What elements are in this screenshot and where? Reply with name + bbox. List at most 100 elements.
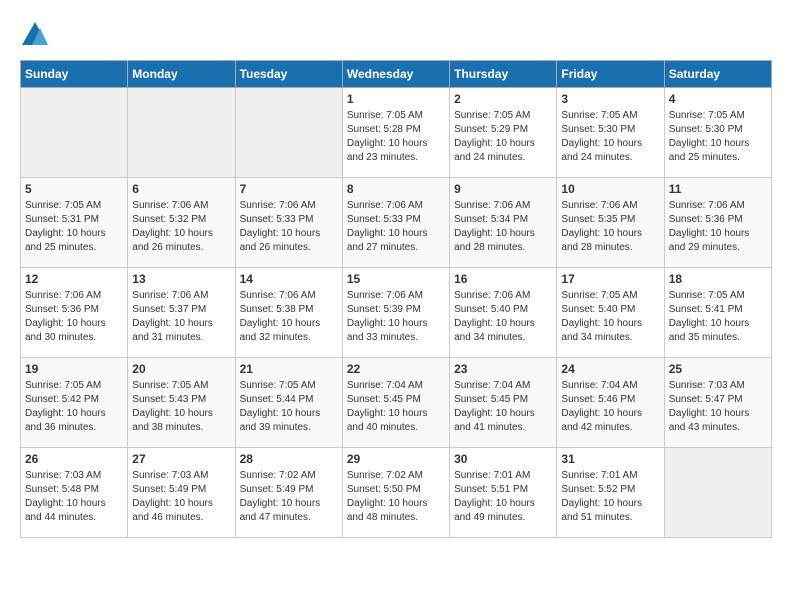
header-day-wednesday: Wednesday	[342, 61, 449, 88]
header-day-thursday: Thursday	[450, 61, 557, 88]
day-info: Sunrise: 7:06 AMSunset: 5:39 PMDaylight:…	[347, 289, 445, 345]
day-number: 3	[561, 92, 659, 106]
header-day-sunday: Sunday	[21, 61, 128, 88]
week-row-5: 26Sunrise: 7:03 AMSunset: 5:48 PMDayligh…	[21, 448, 772, 538]
day-number: 14	[240, 272, 338, 286]
week-row-2: 5Sunrise: 7:05 AMSunset: 5:31 PMDaylight…	[21, 178, 772, 268]
day-info: Sunrise: 7:03 AMSunset: 5:49 PMDaylight:…	[132, 469, 230, 525]
day-info: Sunrise: 7:05 AMSunset: 5:31 PMDaylight:…	[25, 199, 123, 255]
logo-icon	[20, 20, 50, 50]
day-number: 25	[669, 362, 767, 376]
week-row-1: 1 Sunrise: 7:05 AMSunset: 5:28 PMDaylight…	[21, 88, 772, 178]
calendar-cell: 6 Sunrise: 7:06 AMSunset: 5:32 PMDaylight…	[128, 178, 235, 268]
header-day-friday: Friday	[557, 61, 664, 88]
calendar-cell: 24 Sunrise: 7:04 AMSunset: 5:46 PMDayligh…	[557, 358, 664, 448]
day-info: Sunrise: 7:05 AMSunset: 5:30 PMDaylight:…	[561, 109, 659, 165]
day-info: Sunrise: 7:04 AMSunset: 5:46 PMDaylight:…	[561, 379, 659, 435]
day-info: Sunrise: 7:05 AMSunset: 5:43 PMDaylight:…	[132, 379, 230, 435]
day-info: Sunrise: 7:06 AMSunset: 5:40 PMDaylight:…	[454, 289, 552, 345]
calendar-cell: 11 Sunrise: 7:06 AMSunset: 5:36 PMDayligh…	[664, 178, 771, 268]
day-number: 16	[454, 272, 552, 286]
day-number: 21	[240, 362, 338, 376]
day-info: Sunrise: 7:05 AMSunset: 5:41 PMDaylight:…	[669, 289, 767, 345]
day-info: Sunrise: 7:01 AMSunset: 5:51 PMDaylight:…	[454, 469, 552, 525]
calendar-cell	[128, 88, 235, 178]
page-header	[20, 20, 772, 50]
day-info: Sunrise: 7:06 AMSunset: 5:36 PMDaylight:…	[669, 199, 767, 255]
calendar-cell: 12 Sunrise: 7:06 AMSunset: 5:36 PMDayligh…	[21, 268, 128, 358]
day-info: Sunrise: 7:06 AMSunset: 5:37 PMDaylight:…	[132, 289, 230, 345]
day-number: 11	[669, 182, 767, 196]
calendar-body: 1 Sunrise: 7:05 AMSunset: 5:28 PMDaylight…	[21, 88, 772, 538]
day-info: Sunrise: 7:06 AMSunset: 5:36 PMDaylight:…	[25, 289, 123, 345]
day-info: Sunrise: 7:06 AMSunset: 5:38 PMDaylight:…	[240, 289, 338, 345]
day-number: 18	[669, 272, 767, 286]
header-day-tuesday: Tuesday	[235, 61, 342, 88]
day-number: 4	[669, 92, 767, 106]
calendar-cell: 22Sunrise: 7:04 AMSunset: 5:45 PMDayligh…	[342, 358, 449, 448]
calendar-cell: 7 Sunrise: 7:06 AMSunset: 5:33 PMDaylight…	[235, 178, 342, 268]
calendar-cell: 21 Sunrise: 7:05 AMSunset: 5:44 PMDayligh…	[235, 358, 342, 448]
calendar-cell: 10 Sunrise: 7:06 AMSunset: 5:35 PMDayligh…	[557, 178, 664, 268]
calendar-cell: 28Sunrise: 7:02 AMSunset: 5:49 PMDayligh…	[235, 448, 342, 538]
calendar-cell	[664, 448, 771, 538]
day-number: 15	[347, 272, 445, 286]
day-number: 2	[454, 92, 552, 106]
week-row-3: 12 Sunrise: 7:06 AMSunset: 5:36 PMDayligh…	[21, 268, 772, 358]
day-number: 1	[347, 92, 445, 106]
calendar-table: SundayMondayTuesdayWednesdayThursdayFrid…	[20, 60, 772, 538]
header-day-saturday: Saturday	[664, 61, 771, 88]
day-number: 9	[454, 182, 552, 196]
day-info: Sunrise: 7:02 AMSunset: 5:49 PMDaylight:…	[240, 469, 338, 525]
day-number: 31	[561, 452, 659, 466]
day-number: 27	[132, 452, 230, 466]
calendar-cell: 16 Sunrise: 7:06 AMSunset: 5:40 PMDayligh…	[450, 268, 557, 358]
day-number: 20	[132, 362, 230, 376]
calendar-cell: 29 Sunrise: 7:02 AMSunset: 5:50 PMDayligh…	[342, 448, 449, 538]
calendar-cell	[235, 88, 342, 178]
calendar-cell: 26Sunrise: 7:03 AMSunset: 5:48 PMDayligh…	[21, 448, 128, 538]
day-number: 29	[347, 452, 445, 466]
day-info: Sunrise: 7:05 AMSunset: 5:30 PMDaylight:…	[669, 109, 767, 165]
calendar-cell: 18 Sunrise: 7:05 AMSunset: 5:41 PMDayligh…	[664, 268, 771, 358]
calendar-cell: 5Sunrise: 7:05 AMSunset: 5:31 PMDaylight…	[21, 178, 128, 268]
day-info: Sunrise: 7:05 AMSunset: 5:44 PMDaylight:…	[240, 379, 338, 435]
header-day-monday: Monday	[128, 61, 235, 88]
day-number: 10	[561, 182, 659, 196]
day-info: Sunrise: 7:05 AMSunset: 5:29 PMDaylight:…	[454, 109, 552, 165]
day-number: 6	[132, 182, 230, 196]
calendar-cell: 23 Sunrise: 7:04 AMSunset: 5:45 PMDayligh…	[450, 358, 557, 448]
calendar-cell: 1 Sunrise: 7:05 AMSunset: 5:28 PMDaylight…	[342, 88, 449, 178]
day-info: Sunrise: 7:01 AMSunset: 5:52 PMDaylight:…	[561, 469, 659, 525]
calendar-cell: 8Sunrise: 7:06 AMSunset: 5:33 PMDaylight…	[342, 178, 449, 268]
day-number: 7	[240, 182, 338, 196]
day-info: Sunrise: 7:06 AMSunset: 5:33 PMDaylight:…	[240, 199, 338, 255]
calendar-cell: 15 Sunrise: 7:06 AMSunset: 5:39 PMDayligh…	[342, 268, 449, 358]
day-info: Sunrise: 7:06 AMSunset: 5:35 PMDaylight:…	[561, 199, 659, 255]
day-info: Sunrise: 7:06 AMSunset: 5:32 PMDaylight:…	[132, 199, 230, 255]
day-number: 19	[25, 362, 123, 376]
day-number: 24	[561, 362, 659, 376]
day-info: Sunrise: 7:02 AMSunset: 5:50 PMDaylight:…	[347, 469, 445, 525]
day-number: 23	[454, 362, 552, 376]
header-row: SundayMondayTuesdayWednesdayThursdayFrid…	[21, 61, 772, 88]
calendar-cell: 2 Sunrise: 7:05 AMSunset: 5:29 PMDaylight…	[450, 88, 557, 178]
day-number: 17	[561, 272, 659, 286]
day-number: 22	[347, 362, 445, 376]
day-number: 8	[347, 182, 445, 196]
calendar-cell: 14 Sunrise: 7:06 AMSunset: 5:38 PMDayligh…	[235, 268, 342, 358]
calendar-cell: 19 Sunrise: 7:05 AMSunset: 5:42 PMDayligh…	[21, 358, 128, 448]
calendar-header: SundayMondayTuesdayWednesdayThursdayFrid…	[21, 61, 772, 88]
day-number: 13	[132, 272, 230, 286]
calendar-cell: 31 Sunrise: 7:01 AMSunset: 5:52 PMDayligh…	[557, 448, 664, 538]
day-info: Sunrise: 7:05 AMSunset: 5:42 PMDaylight:…	[25, 379, 123, 435]
calendar-cell: 13 Sunrise: 7:06 AMSunset: 5:37 PMDayligh…	[128, 268, 235, 358]
day-number: 26	[25, 452, 123, 466]
day-info: Sunrise: 7:04 AMSunset: 5:45 PMDaylight:…	[454, 379, 552, 435]
calendar-cell: 30Sunrise: 7:01 AMSunset: 5:51 PMDayligh…	[450, 448, 557, 538]
calendar-cell: 27 Sunrise: 7:03 AMSunset: 5:49 PMDayligh…	[128, 448, 235, 538]
day-number: 12	[25, 272, 123, 286]
calendar-cell: 25Sunrise: 7:03 AMSunset: 5:47 PMDayligh…	[664, 358, 771, 448]
calendar-cell: 20 Sunrise: 7:05 AMSunset: 5:43 PMDayligh…	[128, 358, 235, 448]
day-info: Sunrise: 7:05 AMSunset: 5:28 PMDaylight:…	[347, 109, 445, 165]
